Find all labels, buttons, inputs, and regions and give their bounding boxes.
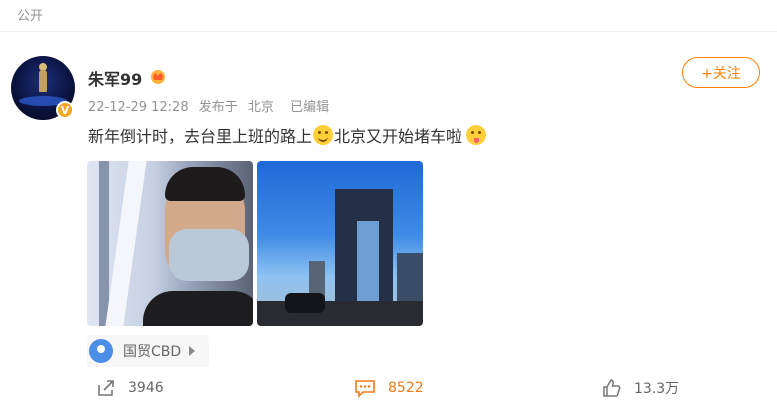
chevron-right-icon bbox=[189, 346, 196, 356]
post-photo-1[interactable] bbox=[87, 161, 253, 326]
post-text-part2: 北京又开始堵车啦 bbox=[334, 127, 463, 146]
like-count: 13.3万 bbox=[634, 381, 680, 397]
visibility-label: 公开 bbox=[17, 9, 44, 24]
post-text-part1: 新年倒计时，去台里上班的路上 bbox=[88, 127, 313, 146]
post-text: 新年倒计时，去台里上班的路上 北京又开始堵车啦 bbox=[88, 123, 487, 147]
post-photo-2[interactable] bbox=[257, 161, 423, 326]
location-pin-icon bbox=[89, 339, 113, 363]
username[interactable]: 朱军99 bbox=[88, 66, 142, 90]
repost-button[interactable]: 3946 bbox=[96, 378, 164, 398]
post-header: 公开 bbox=[0, 0, 777, 32]
meta-location: 北京 bbox=[247, 100, 274, 115]
repost-count: 3946 bbox=[128, 380, 164, 396]
source-prefix: 发布于 bbox=[198, 100, 238, 115]
crown-icon bbox=[151, 70, 165, 84]
like-icon bbox=[603, 379, 621, 397]
post-meta: 22-12-29 12:28 发布于 北京 已编辑 bbox=[88, 96, 335, 115]
verified-badge-icon: V bbox=[56, 101, 74, 119]
edited-label[interactable]: 已编辑 bbox=[290, 100, 329, 115]
comment-icon bbox=[355, 380, 375, 398]
tongue-emoji-icon bbox=[466, 125, 487, 145]
like-button[interactable]: 13.3万 bbox=[602, 378, 679, 398]
comment-count: 8522 bbox=[388, 380, 424, 396]
location-tag[interactable]: 国贸CBD bbox=[87, 335, 209, 367]
comment-button[interactable]: 8522 bbox=[354, 378, 424, 398]
share-icon bbox=[98, 380, 114, 396]
smile-emoji-icon bbox=[313, 125, 334, 145]
follow-button[interactable]: +关注 bbox=[682, 57, 760, 88]
divider bbox=[0, 31, 777, 32]
timestamp[interactable]: 22-12-29 12:28 bbox=[88, 100, 189, 115]
location-tag-label: 国贸CBD bbox=[123, 344, 182, 360]
